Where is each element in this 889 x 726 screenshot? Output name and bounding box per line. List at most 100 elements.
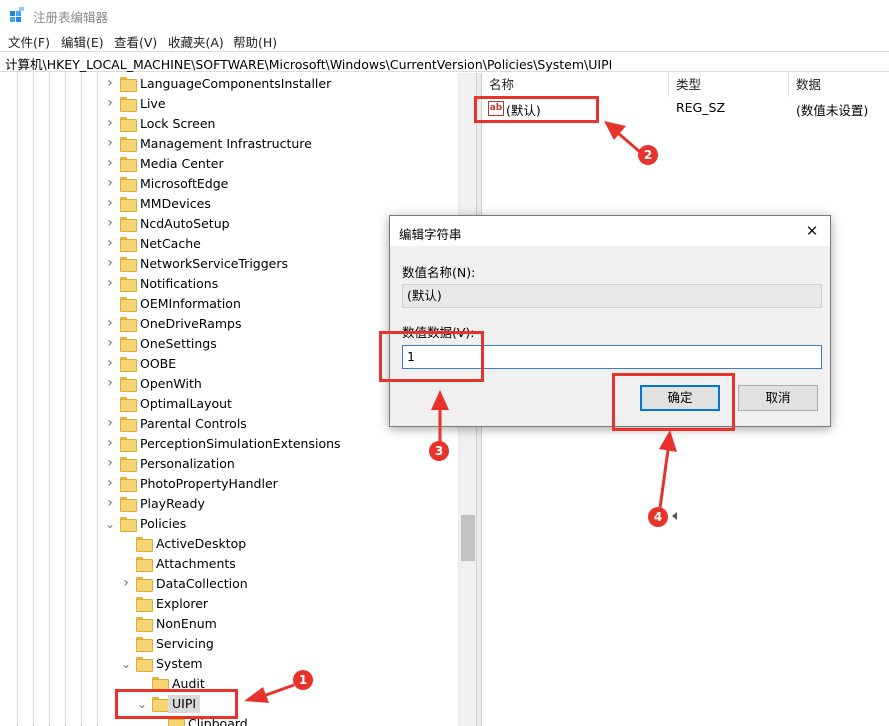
chevron-right-icon[interactable]: › xyxy=(104,476,116,491)
chevron-right-icon[interactable]: › xyxy=(104,376,116,391)
tree-node-label[interactable]: Live xyxy=(140,95,166,113)
folder-icon xyxy=(120,417,137,432)
tree-node[interactable]: › LanguageComponentsInstaller xyxy=(0,74,458,94)
tree-node-label[interactable]: OneSettings xyxy=(140,335,217,353)
chevron-right-icon[interactable]: › xyxy=(104,236,116,251)
chevron-right-icon[interactable]: › xyxy=(104,416,116,431)
tree-node-label[interactable]: OpenWith xyxy=(140,375,202,393)
tree-node-label[interactable]: Servicing xyxy=(156,635,214,653)
tree-node[interactable]: Explorer xyxy=(0,594,458,614)
chevron-right-icon[interactable]: › xyxy=(104,216,116,231)
tree-node-label[interactable]: DataCollection xyxy=(156,575,248,593)
scrollbar-thumb[interactable] xyxy=(461,515,475,561)
address-path[interactable]: 计算机\HKEY_LOCAL_MACHINE\SOFTWARE\Microsof… xyxy=(5,54,612,73)
tree-node[interactable]: › PhotoPropertyHandler xyxy=(0,474,458,494)
tree-node-label[interactable]: PhotoPropertyHandler xyxy=(140,475,278,493)
chevron-right-icon[interactable]: › xyxy=(104,96,116,111)
tree-node[interactable]: ⌄ System xyxy=(0,654,458,674)
tree-node-label[interactable]: Parental Controls xyxy=(140,415,247,433)
tree-node[interactable]: › Lock Screen xyxy=(0,114,458,134)
column-separator[interactable] xyxy=(668,73,669,97)
tree-node[interactable]: NonEnum xyxy=(0,614,458,634)
folder-icon xyxy=(120,337,137,352)
tree-node-label[interactable]: LanguageComponentsInstaller xyxy=(140,75,331,93)
chevron-right-icon[interactable]: › xyxy=(104,496,116,511)
tree-node-label[interactable]: MicrosoftEdge xyxy=(140,175,228,193)
tree-node[interactable]: › Media Center xyxy=(0,154,458,174)
folder-icon xyxy=(120,257,137,272)
tree-node-label[interactable]: NetworkServiceTriggers xyxy=(140,255,288,273)
chevron-right-icon[interactable]: › xyxy=(104,436,116,451)
menu-edit[interactable]: 编辑(E) xyxy=(61,32,104,51)
folder-icon xyxy=(136,537,153,552)
chevron-right-icon[interactable]: › xyxy=(104,76,116,91)
chevron-right-icon[interactable]: › xyxy=(104,116,116,131)
annotation-box-value-data xyxy=(379,331,484,382)
column-header-type[interactable]: 类型 xyxy=(676,73,701,97)
chevron-right-icon[interactable]: › xyxy=(104,176,116,191)
tree-node-label[interactable]: Explorer xyxy=(156,595,208,613)
chevron-right-icon[interactable]: › xyxy=(104,256,116,271)
tree-node[interactable]: ActiveDesktop xyxy=(0,534,458,554)
edit-string-dialog: 编辑字符串 ✕ 数值名称(N): (默认) 数值数据(V): 1 确定 取消 xyxy=(389,215,831,427)
folder-icon xyxy=(120,497,137,512)
tree-node[interactable]: › MMDevices xyxy=(0,194,458,214)
tree-node-label[interactable]: OEMInformation xyxy=(140,295,241,313)
chevron-right-icon[interactable]: › xyxy=(104,156,116,171)
tree-node-label[interactable]: Lock Screen xyxy=(140,115,215,133)
tree-node[interactable]: › PerceptionSimulationExtensions xyxy=(0,434,458,454)
tree-node-label[interactable]: PerceptionSimulationExtensions xyxy=(140,435,341,453)
tree-node[interactable]: › DataCollection xyxy=(0,574,458,594)
tree-node-label[interactable]: System xyxy=(156,655,203,673)
menu-file[interactable]: 文件(F) xyxy=(8,32,50,51)
tree-node-label[interactable]: OneDriveRamps xyxy=(140,315,241,333)
folder-icon xyxy=(136,617,153,632)
tree-node[interactable]: › Management Infrastructure xyxy=(0,134,458,154)
tree-node[interactable]: › PlayReady xyxy=(0,494,458,514)
tree-node-label[interactable]: NcdAutoSetup xyxy=(140,215,230,233)
menu-help[interactable]: 帮助(H) xyxy=(233,32,277,51)
tree-node[interactable]: › MicrosoftEdge xyxy=(0,174,458,194)
folder-icon xyxy=(120,457,137,472)
tree-node-label[interactable]: ActiveDesktop xyxy=(156,535,246,553)
menu-view[interactable]: 查看(V) xyxy=(114,32,157,51)
tree-node[interactable]: › Personalization xyxy=(0,454,458,474)
tree-node-label[interactable]: OOBE xyxy=(140,355,176,373)
dialog-title: 编辑字符串 xyxy=(399,227,462,242)
tree-node-label[interactable]: NetCache xyxy=(140,235,201,253)
tree-node-label[interactable]: NonEnum xyxy=(156,615,217,633)
menu-favorites[interactable]: 收藏夹(A) xyxy=(168,32,224,51)
tree-node-label[interactable]: OptimalLayout xyxy=(140,395,232,413)
tree-node-label[interactable]: Personalization xyxy=(140,455,235,473)
chevron-down-icon[interactable]: ⌄ xyxy=(120,657,132,671)
column-header-data[interactable]: 数据 xyxy=(796,73,821,97)
cancel-button[interactable]: 取消 xyxy=(738,385,818,411)
tree-node[interactable]: › Live xyxy=(0,94,458,114)
tree-node-label[interactable]: Management Infrastructure xyxy=(140,135,312,153)
tree-node-label[interactable]: Notifications xyxy=(140,275,218,293)
chevron-right-icon[interactable]: › xyxy=(104,316,116,331)
tree-node-label[interactable]: Media Center xyxy=(140,155,224,173)
chevron-right-icon[interactable]: › xyxy=(104,196,116,211)
tree-node[interactable]: Servicing xyxy=(0,634,458,654)
chevron-right-icon[interactable]: › xyxy=(104,136,116,151)
close-icon[interactable]: ✕ xyxy=(800,220,824,242)
tree-node[interactable]: ⌄ Policies xyxy=(0,514,458,534)
address-bar[interactable]: 计算机\HKEY_LOCAL_MACHINE\SOFTWARE\Microsof… xyxy=(0,51,889,72)
tree-node-label[interactable]: Policies xyxy=(140,515,186,533)
column-separator[interactable] xyxy=(788,73,789,97)
tree-node-label[interactable]: Attachments xyxy=(156,555,236,573)
chevron-right-icon[interactable]: › xyxy=(104,336,116,351)
column-header-name[interactable]: 名称 xyxy=(489,73,514,97)
tree-node-label[interactable]: PlayReady xyxy=(140,495,205,513)
value-name-field: (默认) xyxy=(402,284,822,308)
chevron-down-icon[interactable]: ⌄ xyxy=(104,517,116,531)
tree-node[interactable]: Attachments xyxy=(0,554,458,574)
chevron-right-icon[interactable]: › xyxy=(120,576,132,591)
window-title: 注册表编辑器 xyxy=(33,10,109,25)
tree-node-label[interactable]: MMDevices xyxy=(140,195,211,213)
chevron-right-icon[interactable]: › xyxy=(104,276,116,291)
chevron-right-icon[interactable]: › xyxy=(104,356,116,371)
chevron-right-icon[interactable]: › xyxy=(104,456,116,471)
folder-icon xyxy=(120,137,137,152)
